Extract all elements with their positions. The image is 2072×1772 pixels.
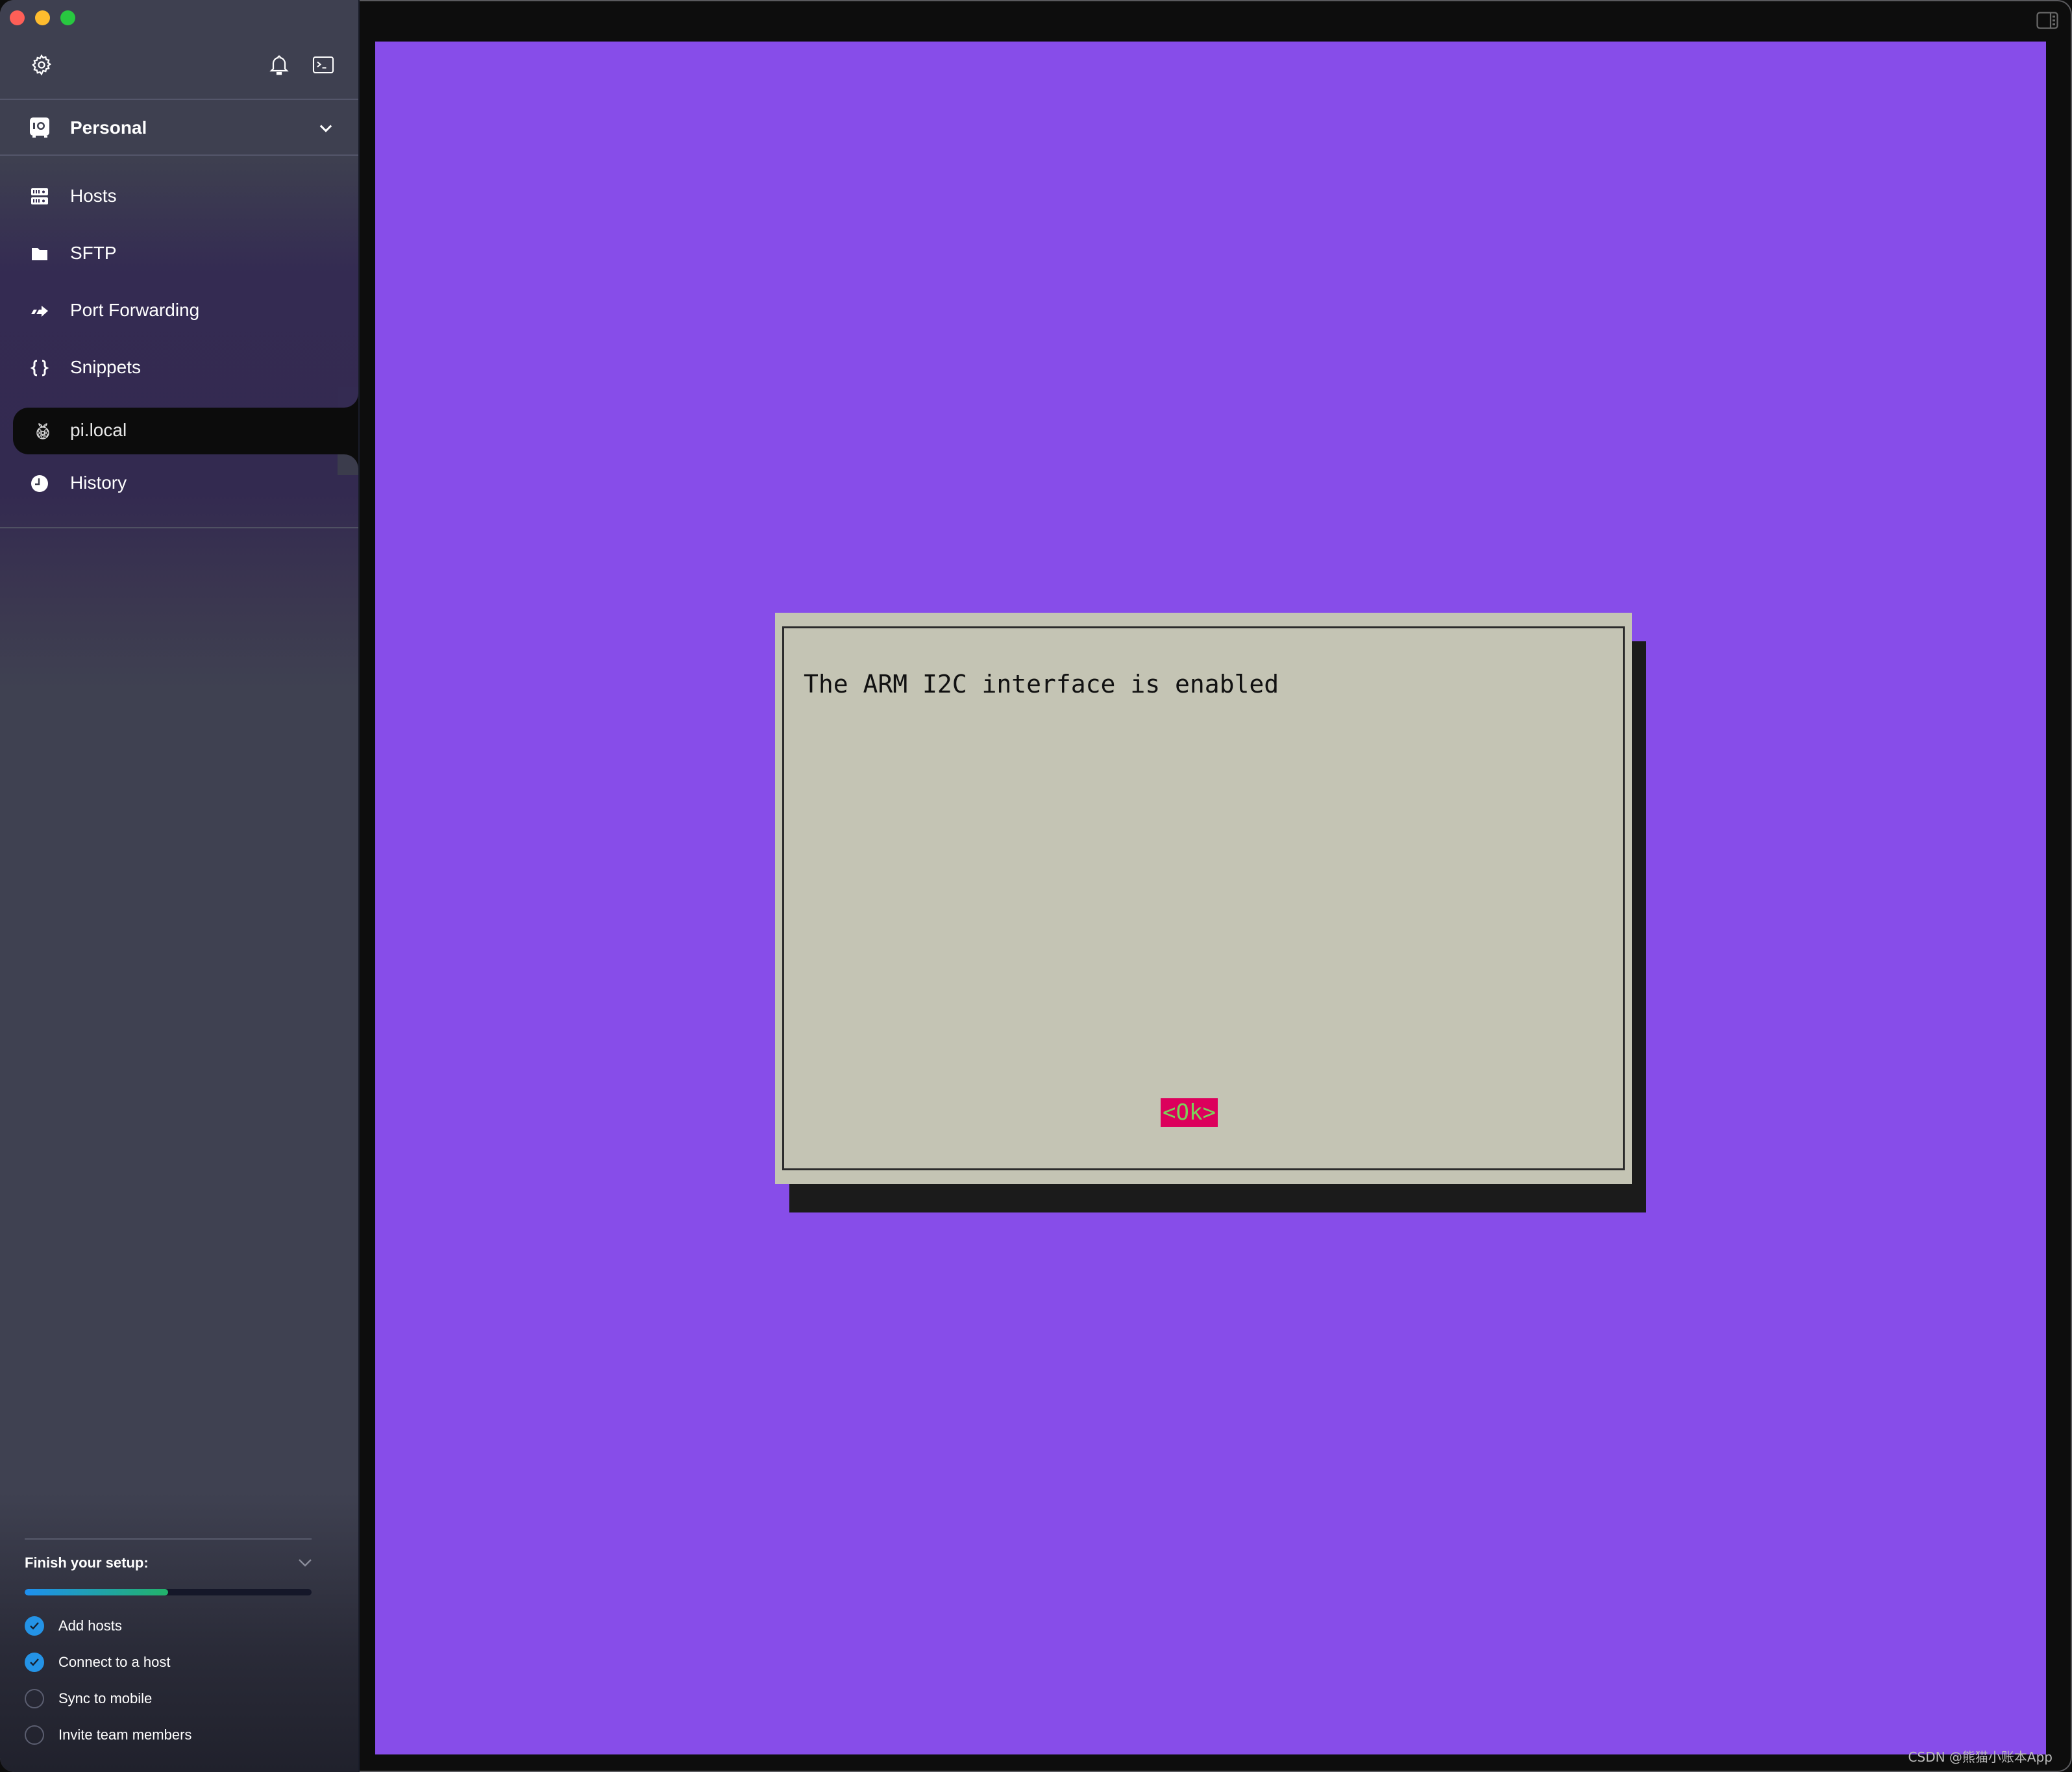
setup-item-label: Connect to a host: [58, 1654, 171, 1670]
ok-button[interactable]: <Ok>: [1161, 1098, 1218, 1127]
vault-selector[interactable]: Personal: [0, 101, 358, 155]
dialog-message: The ARM I2C interface is enabled: [804, 670, 1279, 698]
empty-circle-icon: [25, 1725, 44, 1745]
sidebar-item-label: Port Forwarding: [70, 300, 200, 320]
setup-title: Finish your setup:: [25, 1555, 149, 1571]
sidebar-item-hosts[interactable]: Hosts: [0, 169, 358, 226]
setup-item-label: Add hosts: [58, 1618, 122, 1634]
vault-icon: [29, 116, 51, 138]
whiptail-dialog: The ARM I2C interface is enabled <Ok>: [775, 613, 1632, 1184]
setup-item-sync-mobile[interactable]: Sync to mobile: [25, 1688, 312, 1710]
clock-icon: [30, 474, 49, 493]
sidebar-item-port-forwarding[interactable]: Port Forwarding: [0, 283, 358, 340]
gear-icon[interactable]: [30, 53, 53, 77]
sidebar-item-history[interactable]: History: [0, 456, 358, 513]
terminal-icon[interactable]: [312, 53, 335, 77]
setup-item-connect-host[interactable]: Connect to a host: [25, 1651, 312, 1673]
chevron-down-icon[interactable]: [297, 1557, 313, 1569]
setup-item-add-hosts[interactable]: Add hosts: [25, 1615, 312, 1637]
divider: [25, 1538, 312, 1540]
check-icon: [25, 1616, 44, 1636]
sidebar-item-snippets[interactable]: Snippets: [0, 340, 358, 397]
vault-label: Personal: [70, 117, 147, 138]
watermark: CSDN @熊猫小账本App: [1908, 1749, 2053, 1765]
server-icon: [30, 187, 49, 206]
divider: [0, 99, 358, 100]
setup-progress-bar: [25, 1589, 312, 1595]
raspberry-pi-icon: [32, 421, 53, 441]
sidebar: Personal Hosts SFTP Port Forwarding Snip…: [0, 0, 360, 1772]
divider: [0, 154, 358, 156]
setup-item-label: Invite team members: [58, 1727, 192, 1743]
maximize-window-button[interactable]: [60, 10, 75, 25]
folder-icon: [30, 244, 49, 264]
setup-item-label: Sync to mobile: [58, 1690, 153, 1706]
dialog-border: [782, 626, 1625, 1170]
sidebar-item-label: Snippets: [70, 357, 141, 377]
chevron-down-icon: [317, 119, 335, 137]
setup-item-invite-team[interactable]: Invite team members: [25, 1724, 312, 1746]
sidebar-item-sftp[interactable]: SFTP: [0, 226, 358, 283]
split-view-icon[interactable]: [2036, 12, 2058, 29]
tab-label: pi.local: [70, 420, 127, 440]
sidebar-item-label: Hosts: [70, 186, 117, 206]
tab-cutout: [338, 387, 358, 408]
tab-pi-local[interactable]: pi.local: [13, 408, 358, 454]
bell-icon[interactable]: [267, 53, 291, 77]
braces-icon: [30, 358, 49, 378]
empty-circle-icon: [25, 1689, 44, 1708]
close-window-button[interactable]: [10, 10, 25, 25]
minimize-window-button[interactable]: [35, 10, 50, 25]
check-icon: [25, 1653, 44, 1672]
setup-progress-fill: [25, 1589, 168, 1595]
divider: [0, 527, 358, 528]
sidebar-item-label: History: [70, 473, 127, 493]
app-window: Personal Hosts SFTP Port Forwarding Snip…: [0, 0, 2072, 1772]
forward-arrow-icon: [30, 301, 49, 321]
window-controls: [10, 10, 75, 25]
sidebar-item-label: SFTP: [70, 243, 117, 263]
